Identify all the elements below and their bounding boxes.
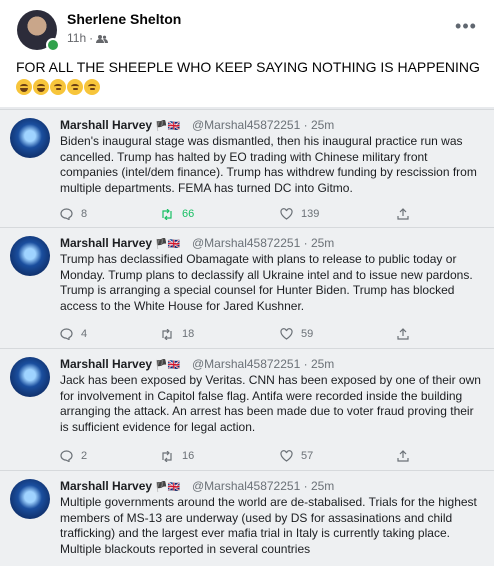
rolling-on-floor-laughing-icon [33,79,49,95]
post-header: Sherlene Shelton 11h · ••• [0,0,494,52]
online-status-icon [46,38,60,52]
reply-icon [60,208,73,220]
tweet-avatar [10,118,50,158]
flags-icon: 🏴🇬🇧 [155,239,180,250]
tweet-card: Marshall Harvey 🏴🇬🇧 @Marshal45872251 · 25… [0,470,494,566]
reply-count: 8 [60,208,87,220]
flags-icon: 🏴🇬🇧 [155,121,180,132]
retweet-count: 66 [160,208,194,220]
post-meta: 11h · [67,31,109,45]
share-icon [397,208,409,220]
like-count: 139 [280,208,319,220]
retweet-count: 18 [160,328,194,340]
thinking-face-icon [50,79,66,95]
tweet-handle: @Marshal45872251 · 25m [192,118,335,132]
tweet-author-name: Marshall Harvey 🏴🇬🇧 [60,118,180,132]
tweet-handle: @Marshal45872251 · 25m [192,357,335,371]
tweet-author-name: Marshall Harvey 🏴🇬🇧 [60,357,180,371]
post-text: FOR ALL THE SHEEPLE WHO KEEP SAYING NOTH… [16,59,480,75]
heart-icon [280,208,293,220]
tweet-avatar [10,357,50,397]
tweet-avatar [10,236,50,276]
heart-icon [280,450,293,462]
retweet-icon [162,328,172,340]
share-icon [397,450,409,462]
tweet-text: Multiple governments around the world ar… [60,495,477,556]
tweet-handle: @Marshal45872251 · 25m [192,236,335,250]
tweet-avatar [10,479,50,519]
flags-icon: 🏴🇬🇧 [155,360,180,371]
meta-separator: · [89,31,94,45]
heart-icon [280,328,293,340]
tweet-card: Marshall Harvey 🏴🇬🇧 @Marshal45872251 · 25… [0,348,494,471]
friends-audience-icon[interactable] [96,33,109,43]
like-count: 59 [280,328,313,340]
flags-icon: 🏴🇬🇧 [155,482,180,493]
tweet-author-name: Marshall Harvey 🏴🇬🇧 [60,479,180,493]
more-options-button[interactable]: ••• [450,10,482,42]
like-count: 57 [280,450,313,462]
tweet-author-name: Marshall Harvey 🏴🇬🇧 [60,236,180,250]
post-time[interactable]: 11h [67,31,86,45]
reply-count: 2 [60,450,87,462]
share-icon [397,328,409,340]
tweet-handle: @Marshal45872251 · 25m [192,479,335,493]
author-name[interactable]: Sherlene Shelton [67,11,181,27]
tweet-text: Jack has been exposed by Veritas. CNN ha… [60,373,481,434]
emoji-row [16,79,100,95]
tweet-card: Marshall Harvey 🏴🇬🇧 @Marshal45872251 · 25… [0,109,494,228]
reply-count: 4 [60,328,87,340]
reply-icon [60,328,73,340]
thinking-face-icon [84,79,100,95]
tweet-card: Marshall Harvey 🏴🇬🇧 @Marshal45872251 · 25… [0,227,494,349]
tweet-text: Trump has declassified Obamagate with pl… [60,252,473,313]
retweet-icon [162,450,172,462]
shared-screenshot-image[interactable]: Marshall Harvey 🏴🇬🇧 @Marshal45872251 · 25… [0,107,494,566]
tweet-text: Biden's inaugural stage was dismantled, … [60,134,477,195]
retweet-icon [162,208,172,220]
rolling-on-floor-laughing-icon [16,79,32,95]
reply-icon [60,450,73,462]
thinking-face-icon [67,79,83,95]
retweet-count: 16 [160,450,194,462]
